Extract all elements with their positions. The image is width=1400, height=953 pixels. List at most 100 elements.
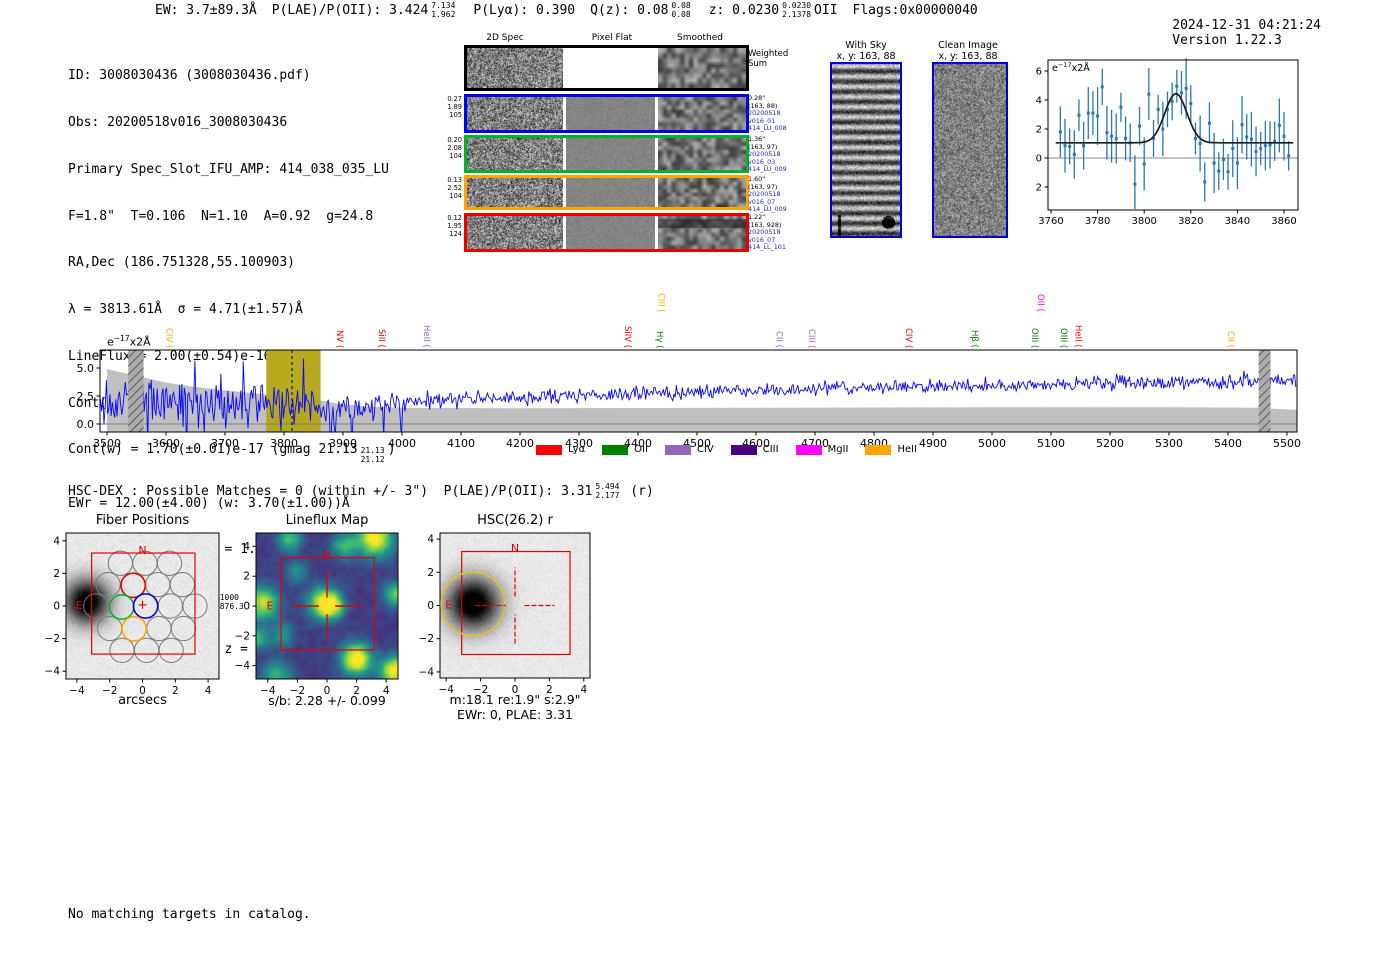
- data-point: [1133, 182, 1137, 186]
- legend-label: CIII: [762, 444, 779, 455]
- header-z-lo: 2.1378: [782, 9, 812, 19]
- data-point: [1287, 154, 1291, 158]
- masked-band-hatch: [1258, 350, 1271, 432]
- legend-swatch: [602, 444, 629, 455]
- header-plya: P(Lyα): 0.390: [473, 3, 576, 18]
- spec2d-cell-flat: [566, 216, 655, 249]
- spec2d-row-1: [464, 94, 749, 133]
- spec2d-left-value: 104: [449, 151, 462, 160]
- y-tick-label: 2: [243, 571, 250, 583]
- hsc-xlabel: m:18.1 re:1.9" s:2.9": [449, 692, 581, 707]
- fiber-circle: [170, 615, 197, 642]
- fiber-circle: [158, 637, 184, 663]
- x-tick-label: 3780: [1085, 216, 1110, 227]
- north-label: N: [138, 544, 146, 557]
- x-tick-label: 3800: [270, 437, 298, 450]
- legend-label: Lyα: [568, 444, 586, 455]
- fiber-circle: [97, 615, 123, 642]
- hsc-title: HSC(26.2) r: [477, 513, 553, 528]
- extraction-frame: [461, 550, 571, 656]
- data-point: [1096, 114, 1100, 118]
- x-tick-label: 3800: [1131, 216, 1156, 227]
- masked-band-hatch: [128, 350, 144, 432]
- x-tick-label: 3600: [152, 437, 180, 450]
- spec2d-cell-smooth_dark: [658, 216, 746, 249]
- header-plae: P(LAE)/P(OII): 3.424: [271, 3, 429, 18]
- east-label: E: [267, 599, 274, 612]
- fiber-positions-title: Fiber Positions: [95, 513, 190, 528]
- x-tick-label: 5300: [1155, 437, 1183, 450]
- header-bar: EW: 3.7±89.3Å P(LAE)/P(OII): 3.424 7.134…: [155, 1, 978, 20]
- line-fit-ylabel-exp: −17: [1057, 61, 1072, 69]
- data-point: [1161, 127, 1165, 131]
- y-tick-label: −2: [419, 633, 434, 645]
- x-tick-label: 3860: [1271, 216, 1296, 227]
- x-tick-label: 3820: [1178, 216, 1203, 227]
- header-z: z: 0.0230: [708, 3, 780, 18]
- data-point: [1105, 131, 1109, 135]
- spec2d-row-0-right-labels: Weighted Sum: [748, 49, 788, 69]
- spec2d-right-value: 414_LU_008: [748, 124, 787, 133]
- legend-swatch: [664, 444, 691, 455]
- header-qz-lo: 0.08: [671, 9, 691, 19]
- data-point: [1263, 144, 1267, 148]
- spec2d-row-0: [464, 45, 749, 91]
- spec2d-header-2dspec: 2D Spec: [486, 33, 524, 43]
- y-tick-label: 0: [243, 601, 250, 613]
- line-fit-ylabel: e−17x2Å: [1052, 61, 1090, 74]
- fiber-circle: [83, 593, 109, 619]
- info-id: ID: 3008030436 (3008030436.pdf): [68, 68, 311, 84]
- header-plae-lo: 1.962: [431, 9, 456, 19]
- data-point: [1119, 105, 1123, 109]
- data-point: [1193, 136, 1197, 140]
- data-point: [1189, 102, 1193, 106]
- info-seeing: F=1.8" T=0.106 N=1.10 A=0.92 g=24.8: [68, 208, 374, 224]
- data-point: [1221, 157, 1225, 161]
- legend-label: MgII: [827, 444, 849, 455]
- legend-item-CIII: CIII: [730, 444, 779, 455]
- header-qz: Q(z): 0.08: [590, 3, 669, 18]
- data-point: [1110, 134, 1114, 138]
- data-point: [1124, 136, 1128, 140]
- legend-label: HeII: [897, 444, 918, 455]
- withsky-title-line2: x, y: 163, 88: [836, 51, 896, 62]
- fiber-circle-orange: [121, 615, 148, 642]
- spec2d-cell-white: [566, 48, 655, 88]
- x-tick-label: 3840: [1225, 216, 1250, 227]
- spectrum-legend: Lyα OII CIV CIII MgII HeII: [536, 444, 917, 455]
- fiber-circle: [156, 550, 183, 576]
- header-ew: EW: 3.7±89.3Å: [155, 3, 257, 18]
- info-lambda: λ = 3813.61Å σ = 4.71(±1.57)Å: [68, 302, 303, 318]
- hsc-overlay: −4 −2 0 2 4−4−2024NE: [419, 532, 591, 696]
- footer-notes: No matching targets in catalog. Row inte…: [68, 876, 311, 953]
- x-tick-label: 3700: [211, 437, 239, 450]
- hscdex-range: 5.494 2.177: [595, 482, 620, 500]
- spec2d-cell-spec2d: [467, 178, 563, 207]
- full-spectrum-ylabel: e−17x2Å: [107, 334, 151, 349]
- header-qz-range: 0.08 0.08: [671, 1, 691, 19]
- data-point: [1226, 170, 1230, 174]
- header-z-range: 0.0230 2.1378: [782, 1, 812, 19]
- north-label: N: [323, 549, 331, 562]
- lineflux-xlabel: s/b: 2.28 +/- 0.099: [268, 693, 386, 708]
- x-tick-label: 5100: [1037, 437, 1065, 450]
- x-tick-label: 5000: [978, 437, 1006, 450]
- y-tick-label: −4: [45, 666, 61, 678]
- data-point: [1058, 130, 1062, 134]
- data-point: [1142, 162, 1146, 166]
- y-tick-label: −4: [419, 666, 435, 678]
- spec2d-cell-smooth: [658, 48, 746, 88]
- hscdex-lo: 2.177: [595, 490, 620, 500]
- footer-line1: No matching targets in catalog.: [68, 907, 311, 923]
- data-point: [1175, 84, 1179, 88]
- legend-label: OII: [634, 444, 648, 455]
- header-plae-range: 7.134 1.962: [431, 1, 456, 19]
- data-point: [1231, 147, 1235, 151]
- clean-image-box: [932, 62, 1008, 238]
- data-point: [1217, 169, 1221, 173]
- data-point: [1203, 180, 1207, 184]
- spec2d-cell-smooth: [658, 138, 746, 170]
- info-radec: RA,Dec (186.751328,55.100903): [68, 255, 295, 271]
- fiber-circle: [133, 637, 160, 663]
- info-obs: Obs: 20200518v016_3008030436: [68, 114, 288, 130]
